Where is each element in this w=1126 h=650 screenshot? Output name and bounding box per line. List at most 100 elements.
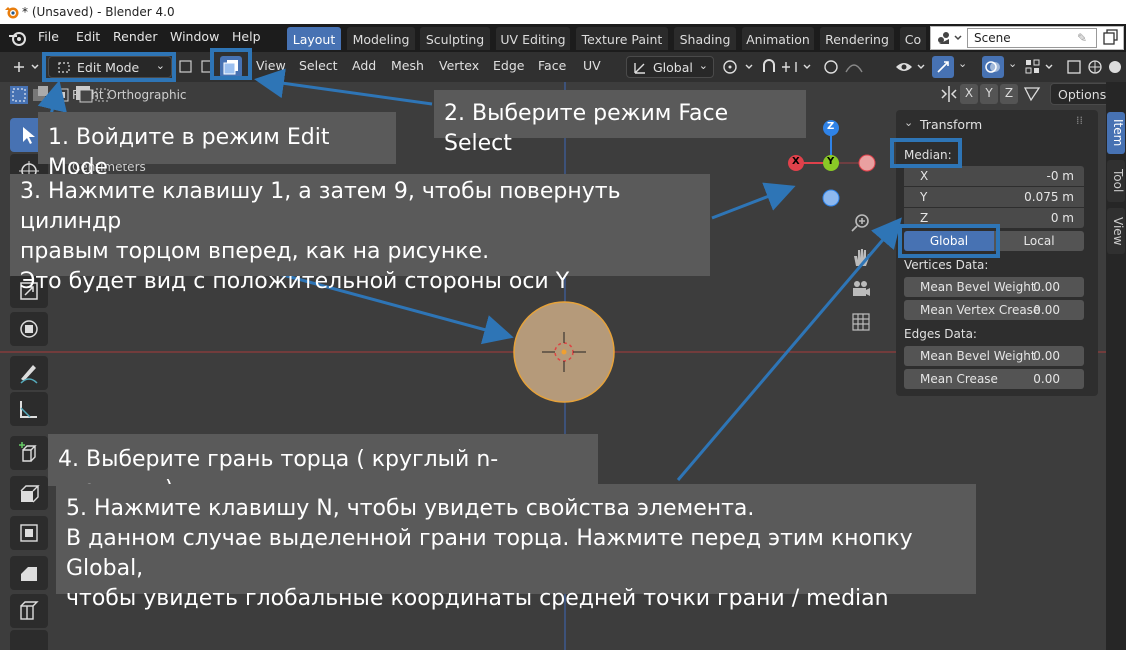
highlight-median <box>890 138 962 168</box>
loop-cut-tool[interactable] <box>10 594 48 628</box>
header-menu-add[interactable]: Add <box>352 58 376 73</box>
mean-vertex-crease-field[interactable]: Mean Vertex Crease 0.00 <box>904 300 1084 320</box>
axis-x-toggle[interactable]: X <box>960 84 978 104</box>
orientation-icon <box>634 63 645 74</box>
shading-mode-icons[interactable] <box>1066 58 1124 76</box>
annotate-tool[interactable] <box>10 356 48 390</box>
add-cube-tool[interactable] <box>10 436 48 470</box>
chevron-down-icon[interactable]: ⌄ <box>1008 57 1017 70</box>
measure-tool[interactable] <box>10 392 48 426</box>
ortho-grid-icon[interactable] <box>851 312 871 332</box>
tab-view[interactable]: View <box>1107 208 1125 254</box>
blender-menu-icon[interactable] <box>8 29 28 47</box>
tab-modeling[interactable]: Modeling <box>347 27 415 50</box>
menu-window[interactable]: Window <box>170 29 219 44</box>
gizmo-icon <box>937 61 949 73</box>
tab-uv-editing[interactable]: UV Editing <box>496 27 570 50</box>
extrude-tool[interactable] <box>10 476 48 510</box>
pan-hand-icon[interactable] <box>850 246 872 268</box>
visibility-icon[interactable] <box>894 58 930 76</box>
knife-tool[interactable] <box>10 630 48 650</box>
tab-rendering[interactable]: Rendering <box>820 27 894 50</box>
header-menu-face[interactable]: Face <box>538 58 566 73</box>
tab-item[interactable]: Item <box>1107 112 1125 154</box>
tab-texture-paint[interactable]: Texture Paint <box>576 27 668 50</box>
tab-animation[interactable]: Animation <box>742 27 814 50</box>
highlight-mode-dropdown <box>42 52 176 82</box>
tab-tool[interactable]: Tool <box>1107 160 1125 202</box>
measure-icon <box>20 401 37 418</box>
mean-crease-field[interactable]: Mean Crease 0.00 <box>904 369 1084 389</box>
camera-icon[interactable] <box>850 278 872 300</box>
mesh-symmetry-icon[interactable] <box>1022 85 1042 103</box>
overlays-toggle-button[interactable] <box>982 56 1004 78</box>
menu-file[interactable]: File <box>38 29 59 44</box>
callout-text-line-3: чтобы увидеть глобальные координаты сред… <box>66 586 889 611</box>
menu-help[interactable]: Help <box>232 29 261 44</box>
pivot-point-icon[interactable] <box>720 58 760 76</box>
zoom-icon[interactable] <box>850 212 872 234</box>
edges-data-label: Edges Data: <box>904 327 977 341</box>
drag-handle-icon[interactable]: ⁞⁞ <box>1076 114 1083 127</box>
mean-bevel-weight-field[interactable]: Mean Bevel Weight 0.00 <box>904 277 1084 297</box>
new-scene-icon[interactable] <box>1103 29 1119 45</box>
tab-sculpting[interactable]: Sculpting <box>420 27 490 50</box>
transform-orientation-dropdown[interactable]: Global ⌄ <box>626 56 714 78</box>
field-label: Mean Vertex Crease <box>920 303 1041 317</box>
local-toggle[interactable]: Local <box>994 231 1084 251</box>
scene-icon <box>938 32 962 44</box>
callout-text-line-2: В данном случае выделенной грани торца. … <box>66 526 913 581</box>
y-value: 0.075 m <box>1024 190 1074 204</box>
add-cube-icon <box>19 442 37 462</box>
edge-mean-bevel-weight-field[interactable]: Mean Bevel Weight 0.00 <box>904 346 1084 366</box>
tab-shading[interactable]: Shading <box>674 27 736 50</box>
blender-logo-icon <box>5 7 19 19</box>
snapping-icon[interactable] <box>760 58 816 76</box>
options-dropdown[interactable]: Options ⌄ <box>1050 83 1106 105</box>
menu-render[interactable]: Render <box>113 29 158 44</box>
callout-step-2: 2. Выберите режим Face Select <box>434 90 806 156</box>
median-x-field[interactable]: X -0 m <box>904 166 1084 186</box>
proportional-editing-icon[interactable] <box>822 58 872 76</box>
mirror-icon[interactable] <box>938 84 960 104</box>
header-menu-mesh[interactable]: Mesh <box>391 58 424 73</box>
transform-tool[interactable] <box>10 312 48 346</box>
header-menu-edge[interactable]: Edge <box>493 58 524 73</box>
y-label: Y <box>920 190 928 204</box>
header-menu-uv[interactable]: UV <box>583 58 601 73</box>
gizmo-toggle-button[interactable] <box>932 56 954 78</box>
inset-tool[interactable] <box>10 516 48 550</box>
pin-icon[interactable]: ✎ <box>1077 31 1087 45</box>
options-label: Options <box>1058 87 1106 102</box>
axis-y-toggle[interactable]: Y <box>980 84 998 104</box>
gizmo-z-label: Z <box>827 121 835 132</box>
z-label: Z <box>920 211 929 225</box>
header-menu-vertex[interactable]: Vertex <box>439 58 479 73</box>
chevron-down-icon[interactable]: ⌄ <box>958 57 967 70</box>
callout-step-5: 5. Нажмите клавишу N, чтобы увидеть свой… <box>56 484 976 611</box>
tab-compositing[interactable]: Co <box>900 27 926 50</box>
callout-step-1: 1. Войдите в режим Edit Mode <box>38 112 396 180</box>
highlight-face-select <box>210 48 252 80</box>
object-interaction-icon[interactable] <box>10 58 44 76</box>
menu-edit[interactable]: Edit <box>76 29 100 44</box>
scene-selector[interactable]: Scene ✎ <box>930 26 1124 50</box>
mesh-edit-overlays-icon[interactable] <box>1024 58 1060 76</box>
selection-mode-icons[interactable] <box>8 84 114 106</box>
gizmo-y-label: Y <box>827 156 835 167</box>
inset-icon <box>20 524 38 542</box>
header-menu-select[interactable]: Select <box>299 58 338 73</box>
callout-text-line-3: Это будет вид с положительной стороны ос… <box>20 269 570 294</box>
axis-z-toggle[interactable]: Z <box>1000 84 1018 104</box>
field-value: 0.00 <box>1033 303 1060 317</box>
chevron-down-icon[interactable]: ⌄ <box>904 116 913 129</box>
transform-icon <box>20 320 38 338</box>
median-y-field[interactable]: Y 0.075 m <box>904 187 1084 207</box>
bevel-tool[interactable] <box>10 556 48 590</box>
orientation-label: Global <box>653 60 693 75</box>
callout-text-line-1: 5. Нажмите клавишу N, чтобы увидеть свой… <box>66 496 755 521</box>
top-bar: File Edit Render Window Help Layout Mode… <box>0 24 1126 52</box>
header-menu-view[interactable]: View <box>256 58 286 73</box>
annotate-icon <box>20 365 38 384</box>
tab-layout[interactable]: Layout <box>287 27 341 50</box>
